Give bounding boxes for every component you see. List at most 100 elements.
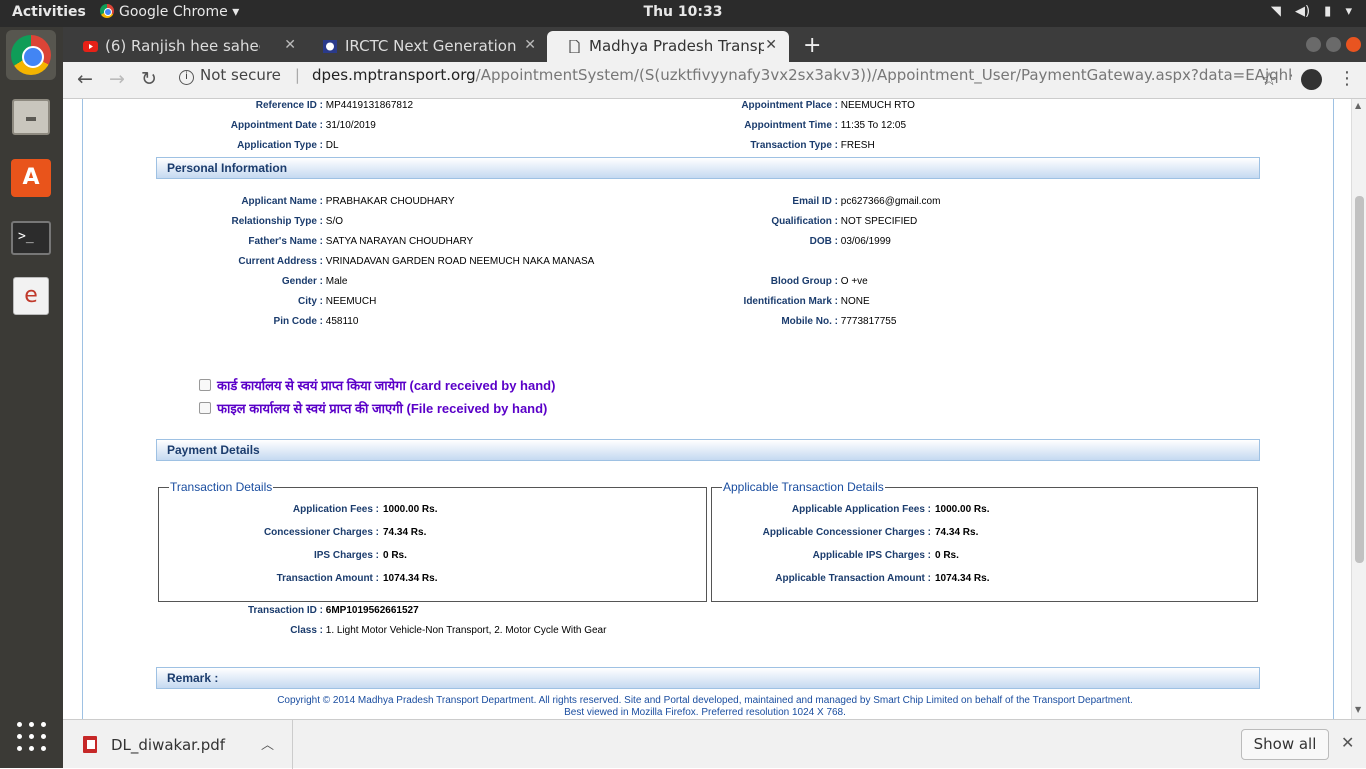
field-value: NONE: [840, 296, 870, 307]
field-label: Qualification :: [771, 216, 838, 227]
personal-right-row: Identification Mark : NONE: [683, 296, 870, 307]
activities-button[interactable]: Activities: [12, 4, 86, 20]
launcher-pdf-viewer[interactable]: e: [6, 271, 56, 321]
close-icon[interactable]: ✕: [1341, 733, 1354, 752]
tab-youtube[interactable]: (6) Ranjish hee sahee-Meh ✕: [63, 31, 308, 62]
field-label: Application Fees :: [292, 504, 379, 515]
close-icon[interactable]: ✕: [284, 37, 296, 53]
personal-left-row: Father's Name : SATYA NARAYAN CHOUDHARY: [203, 236, 473, 247]
transaction-row: IPS Charges : 0 Rs.: [163, 550, 407, 561]
appointment-place-row: Appointment Place : NEEMUCH RTO: [683, 100, 915, 111]
chrome-icon: [100, 4, 114, 18]
scroll-up-icon[interactable]: ▲: [1355, 101, 1361, 110]
tab-title: (6) Ranjish hee sahee-Meh: [105, 37, 260, 55]
forward-button[interactable]: →: [105, 68, 129, 90]
close-icon[interactable]: ✕: [765, 37, 777, 53]
app-menu[interactable]: Google Chrome ▾: [100, 4, 239, 20]
show-applications-icon[interactable]: [17, 722, 47, 752]
new-tab-button[interactable]: +: [803, 33, 821, 58]
launcher-chrome[interactable]: [6, 30, 56, 80]
field-label: Current Address :: [238, 256, 323, 267]
field-label: IPS Charges :: [313, 550, 379, 561]
field-value: 458110: [325, 316, 359, 327]
profile-avatar[interactable]: [1301, 69, 1322, 90]
field-value: SATYA NARAYAN CHOUDHARY: [325, 236, 474, 247]
field-value: pc627366@gmail.com: [840, 196, 941, 207]
tab-title: Madhya Pradesh Transpo: [589, 37, 764, 55]
chevron-down-icon: ▾: [1345, 4, 1352, 19]
checkbox-label: कार्ड कार्यालय से स्वयं प्राप्त किया जाय…: [217, 378, 556, 393]
transaction-id-value: 6MP1019562661527: [325, 605, 419, 616]
card-received-by-hand-option[interactable]: कार्ड कार्यालय से स्वयं प्राप्त किया जाय…: [199, 376, 555, 394]
launcher-files[interactable]: [6, 92, 56, 142]
remark-heading: Remark :: [156, 667, 1260, 689]
system-top-bar: Activities Google Chrome ▾ Thu 10:33 ◥ ◀…: [0, 0, 1366, 27]
personal-left-row: Current Address : VRINADAVAN GARDEN ROAD…: [203, 256, 594, 267]
personal-right-row: Blood Group : O +ve: [683, 276, 868, 287]
field-value: O +ve: [840, 276, 868, 287]
tab-mp-transport[interactable]: Madhya Pradesh Transpo ✕: [547, 31, 789, 62]
field-label: Appointment Time :: [744, 120, 838, 131]
scroll-down-icon[interactable]: ▼: [1355, 705, 1361, 714]
applicable-transaction-row: Applicable Concessioner Charges : 74.34 R…: [713, 527, 979, 538]
chevron-up-icon[interactable]: ︿: [261, 734, 274, 753]
field-label: Concessioner Charges :: [263, 527, 379, 538]
tab-title: IRCTC Next Generation eT: [345, 37, 520, 55]
launcher-software[interactable]: A: [6, 153, 56, 203]
tab-irctc[interactable]: IRCTC Next Generation eT ✕: [303, 31, 548, 62]
url-host: dpes.mptransport.org: [311, 66, 476, 84]
class-row: Class : 1. Light Motor Vehicle-Non Trans…: [203, 625, 606, 636]
appointment-time-value: 11:35 To 12:05: [840, 120, 907, 131]
field-label: Reference ID :: [255, 100, 323, 111]
payment-details-heading: Payment Details: [156, 439, 1260, 461]
reload-button[interactable]: ↻: [137, 68, 161, 90]
personal-right-row: Qualification : NOT SPECIFIED: [683, 216, 917, 227]
address-bar[interactable]: i Not secure | dpes.mptransport.org/Appoint…: [167, 66, 1292, 95]
window-close-button[interactable]: [1346, 37, 1361, 52]
menu-icon[interactable]: ⋮: [1338, 68, 1356, 89]
back-button[interactable]: ←: [73, 68, 97, 90]
personal-left-row: Relationship Type : S/O: [203, 216, 344, 227]
transaction-id-row: Transaction ID : 6MP1019562661527: [203, 605, 419, 616]
browser-recommendation-text: Best viewed in Mozilla Firefox. Preferre…: [564, 707, 846, 718]
field-value: NEEMUCH: [325, 296, 377, 307]
personal-left-row: Pin Code : 458110: [203, 316, 359, 327]
irctc-icon: [323, 40, 337, 53]
download-item[interactable]: DL_diwakar.pdf ︿: [63, 720, 293, 769]
field-label: Blood Group :: [770, 276, 838, 287]
field-value: Male: [325, 276, 348, 287]
field-label: Email ID :: [792, 196, 838, 207]
info-icon[interactable]: i: [179, 70, 194, 85]
file-received-by-hand-option[interactable]: फाइल कार्यालय से स्वयं प्राप्त की जाएगी …: [199, 399, 547, 417]
field-value: 1000.00 Rs.: [383, 504, 438, 515]
field-label: Transaction Amount :: [276, 573, 379, 584]
system-tray[interactable]: ◥ ◀) ▮ ▾: [1261, 4, 1352, 19]
youtube-icon: [83, 41, 98, 52]
close-icon[interactable]: ✕: [524, 37, 536, 53]
bookmark-star-icon[interactable]: ☆: [1261, 69, 1277, 90]
chevron-down-icon: ▾: [232, 4, 240, 20]
launcher-terminal[interactable]: >_: [6, 213, 56, 263]
field-label: Relationship Type :: [231, 216, 324, 227]
show-all-button[interactable]: Show all: [1241, 729, 1329, 760]
card-received-checkbox[interactable]: [199, 379, 211, 391]
software-icon: A: [11, 159, 51, 197]
personal-right-row: Email ID : pc627366@gmail.com: [683, 196, 940, 207]
maximize-button[interactable]: [1326, 37, 1341, 52]
field-label: Application Type :: [237, 140, 323, 151]
vertical-scrollbar[interactable]: ▲ ▼: [1351, 99, 1366, 719]
field-value: 0 Rs.: [383, 550, 407, 561]
personal-left-row: Gender : Male: [203, 276, 348, 287]
minimize-button[interactable]: [1306, 37, 1321, 52]
scrollbar-thumb[interactable]: [1355, 195, 1364, 563]
field-value: NOT SPECIFIED: [840, 216, 918, 227]
application-type-value: DL: [325, 140, 339, 151]
applicable-transaction-row: Applicable Transaction Amount : 1074.34 R…: [713, 573, 989, 584]
field-label: Transaction Type :: [750, 140, 838, 151]
field-label: Father's Name :: [248, 236, 323, 247]
transaction-row: Application Fees : 1000.00 Rs.: [163, 504, 438, 515]
browser-toolbar: ← → ↻ i Not secure | dpes.mptransport.org/A…: [63, 62, 1366, 99]
battery-icon: ▮: [1324, 4, 1332, 19]
tab-strip: (6) Ranjish hee sahee-Meh ✕ IRCTC Next G…: [63, 27, 1366, 62]
file-received-checkbox[interactable]: [199, 402, 211, 414]
